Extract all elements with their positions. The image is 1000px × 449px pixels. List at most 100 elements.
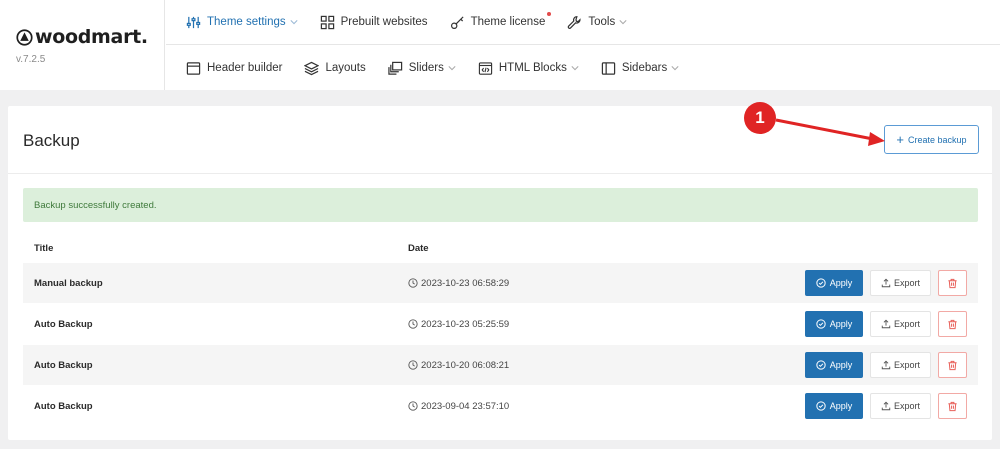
nav-header-builder-label: Header builder xyxy=(207,62,283,74)
backup-title: Auto Backup xyxy=(34,359,93,371)
trash-icon xyxy=(948,278,957,288)
plus-icon: + xyxy=(896,132,905,147)
backup-title: Manual backup xyxy=(34,277,103,289)
nav-sliders[interactable]: Sliders xyxy=(388,61,456,76)
logo[interactable]: woodmart. xyxy=(16,26,148,48)
nav-html-blocks-label: HTML Blocks xyxy=(498,62,567,74)
version-label: v.7.2.5 xyxy=(16,54,46,65)
clock-icon xyxy=(408,278,418,288)
sliders-stack-icon xyxy=(388,61,402,75)
delete-button[interactable] xyxy=(938,270,967,296)
apply-label: Apply xyxy=(829,360,853,370)
apply-button[interactable]: Apply xyxy=(805,270,863,296)
backup-date-text: 2023-10-23 06:58:29 xyxy=(421,277,510,289)
upload-icon xyxy=(881,401,891,411)
annotation-badge: 1 xyxy=(744,102,776,134)
brand: woodmart. v.7.2.5 xyxy=(0,0,165,90)
woodmart-logo-icon xyxy=(16,28,33,46)
column-header-date: Date xyxy=(408,243,429,254)
export-button[interactable]: Export xyxy=(870,311,931,337)
sliders-icon xyxy=(186,16,201,28)
check-circle-icon xyxy=(816,360,826,370)
chevron-down-icon xyxy=(290,20,298,25)
nav-theme-settings-label: Theme settings xyxy=(207,16,286,28)
export-label: Export xyxy=(893,319,920,329)
nav-layouts[interactable]: Layouts xyxy=(304,61,366,76)
chevron-down-icon xyxy=(571,66,579,71)
export-label: Export xyxy=(893,278,920,288)
upload-icon xyxy=(881,319,891,329)
nav-sliders-label: Sliders xyxy=(408,62,444,74)
nav-primary: Theme settings Prebuilt websites Theme l… xyxy=(166,0,1000,45)
nav-prebuilt-websites-label: Prebuilt websites xyxy=(340,16,428,28)
backup-date: 2023-09-04 23:57:10 xyxy=(408,401,509,412)
nav-theme-settings[interactable]: Theme settings xyxy=(186,15,298,30)
column-header-title: Title xyxy=(34,243,54,254)
nav-secondary: Header builder Layouts Sliders HTML Bloc… xyxy=(166,46,1000,90)
check-circle-icon xyxy=(816,319,826,329)
clock-icon xyxy=(408,360,418,370)
trash-icon xyxy=(948,401,957,411)
chevron-down-icon xyxy=(448,66,456,71)
upload-icon xyxy=(881,278,891,288)
backup-date-text: 2023-10-23 05:25:59 xyxy=(421,318,510,330)
apply-button[interactable]: Apply xyxy=(805,311,863,337)
apply-button[interactable]: Apply xyxy=(805,393,863,419)
create-backup-label: Create backup xyxy=(908,134,967,145)
backup-title: Auto Backup xyxy=(34,318,93,330)
table-row: Auto Backup 2023-09-04 23:57:10 Apply Ex… xyxy=(23,386,978,426)
nav-tools[interactable]: Tools xyxy=(567,15,627,30)
page-title: Backup xyxy=(23,131,80,150)
check-circle-icon xyxy=(816,278,826,288)
panel-header: Backup + Create backup xyxy=(8,106,992,174)
brand-name: woodmart. xyxy=(35,26,148,48)
backup-title: Auto Backup xyxy=(34,400,93,412)
export-button[interactable]: Export xyxy=(870,352,931,378)
nav-prebuilt-websites[interactable]: Prebuilt websites xyxy=(320,15,428,30)
create-backup-button[interactable]: + Create backup xyxy=(884,125,979,154)
code-block-icon xyxy=(478,61,493,75)
nav-theme-license-label: Theme license xyxy=(470,16,546,28)
apply-label: Apply xyxy=(829,319,853,329)
nav-theme-license[interactable]: Theme license xyxy=(450,11,552,30)
backup-date-text: 2023-09-04 23:57:10 xyxy=(421,400,510,412)
nav-sidebars-label: Sidebars xyxy=(621,62,668,74)
wrench-icon xyxy=(568,15,581,29)
backup-date: 2023-10-20 06:08:21 xyxy=(408,360,509,371)
trash-icon xyxy=(948,319,957,329)
table-row: Auto Backup 2023-10-20 06:08:21 Apply Ex… xyxy=(23,345,978,385)
trash-icon xyxy=(948,360,957,370)
layers-icon xyxy=(304,61,320,75)
export-label: Export xyxy=(893,360,920,370)
export-label: Export xyxy=(893,401,920,411)
backup-date: 2023-10-23 06:58:29 xyxy=(408,278,509,289)
delete-button[interactable] xyxy=(938,311,967,337)
header-icon xyxy=(186,61,201,75)
chevron-down-icon xyxy=(619,20,627,25)
backup-date: 2023-10-23 05:25:59 xyxy=(408,319,509,330)
table-row: Manual backup 2023-10-23 06:58:29 Apply … xyxy=(23,263,978,303)
table-row: Auto Backup 2023-10-23 05:25:59 Apply Ex… xyxy=(23,304,978,344)
delete-button[interactable] xyxy=(938,352,967,378)
sidebar-icon xyxy=(601,61,616,75)
nav-html-blocks[interactable]: HTML Blocks xyxy=(478,61,579,76)
nav-layouts-label: Layouts xyxy=(325,62,366,74)
clock-icon xyxy=(408,319,418,329)
nav-sidebars[interactable]: Sidebars xyxy=(601,61,679,76)
nav-header-builder[interactable]: Header builder xyxy=(186,61,282,76)
success-notice: Backup successfully created. xyxy=(23,188,978,222)
check-circle-icon xyxy=(816,401,826,411)
nav-tools-label: Tools xyxy=(588,16,616,28)
backup-panel: Backup + Create backup Backup successful… xyxy=(8,106,992,440)
apply-label: Apply xyxy=(829,278,853,288)
export-button[interactable]: Export xyxy=(870,270,931,296)
apply-button[interactable]: Apply xyxy=(805,352,863,378)
backup-date-text: 2023-10-20 06:08:21 xyxy=(421,359,510,371)
notification-dot xyxy=(547,11,552,16)
apply-label: Apply xyxy=(829,401,853,411)
upload-icon xyxy=(881,360,891,370)
clock-icon xyxy=(408,401,418,411)
delete-button[interactable] xyxy=(938,393,967,419)
grid-icon xyxy=(320,15,334,29)
export-button[interactable]: Export xyxy=(870,393,931,419)
